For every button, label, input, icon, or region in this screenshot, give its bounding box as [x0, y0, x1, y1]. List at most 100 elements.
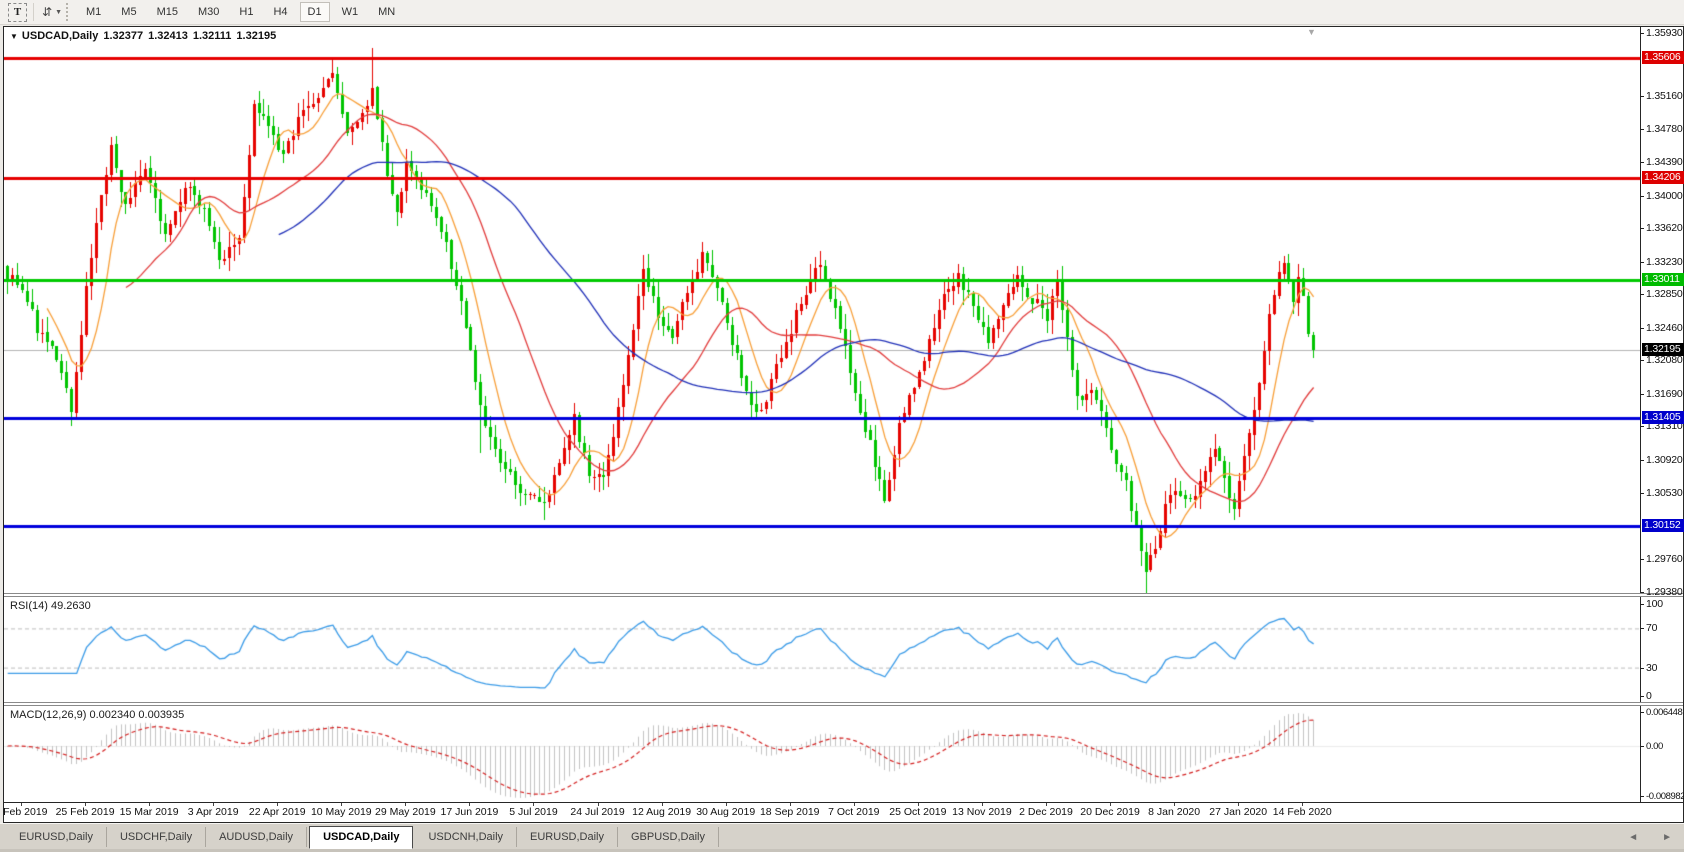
timeframe-button-d1[interactable]: D1	[299, 2, 330, 22]
macd-axis-tick: 0.006448	[1640, 706, 1683, 718]
tab-scroll-right-icon[interactable]: ►	[1650, 832, 1684, 843]
timeframe-button-h4[interactable]: H4	[265, 2, 295, 22]
date-tick-mark	[469, 803, 470, 806]
chart-tab-usdcad-3[interactable]: USDCAD,Daily	[309, 825, 414, 849]
collapse-marker-icon[interactable]: ▼	[10, 32, 18, 41]
price-axis-border	[1640, 27, 1641, 802]
ohlc-high: 1.32413	[148, 30, 188, 42]
date-tick-mark	[1110, 803, 1111, 806]
timeframe-button-mn[interactable]: MN	[370, 2, 403, 22]
main-price-chart-canvas[interactable]	[4, 27, 1640, 593]
pane-separator[interactable]	[4, 702, 1683, 706]
date-label: 8 Jan 2020	[1148, 806, 1201, 818]
chart-tab-bar: EURUSD,Daily USDCHF,Daily AUDUSD,Daily USDC…	[0, 823, 1684, 850]
tick-mark	[1640, 261, 1644, 263]
ohlc-close: 1.32195	[236, 30, 277, 42]
price-axis-tick: 1.30530	[1640, 487, 1683, 499]
timeframe-button-m5[interactable]: M5	[113, 2, 144, 22]
price-axis-tick: 1.34780	[1640, 123, 1683, 135]
date-tick-mark	[405, 803, 406, 806]
tab-scroll-left-icon[interactable]: ◄	[1616, 832, 1650, 843]
chart-tab-usdchf-1[interactable]: USDCHF,Daily	[107, 827, 207, 847]
price-tick-label: 1.34390	[1646, 156, 1683, 168]
tick-mark	[1640, 745, 1644, 747]
tick-mark	[1640, 393, 1644, 395]
tick-mark	[1640, 492, 1644, 494]
chart-ohlc-title: ▼ USDCAD,Daily 1.32377 1.32413 1.32111 1.3219…	[10, 30, 281, 42]
timeframe-button-m15[interactable]: M15	[149, 2, 186, 22]
rsi-axis-tick: 0	[1640, 690, 1652, 702]
timeframe-button-w1[interactable]: W1	[334, 2, 367, 22]
price-axis-tick: 1.32460	[1640, 322, 1683, 334]
price-axis-tick: 1.33620	[1640, 222, 1683, 234]
date-tick-mark	[854, 803, 855, 806]
pane-separator[interactable]	[4, 593, 1683, 597]
date-tick-mark	[662, 803, 663, 806]
date-tick-mark	[1174, 803, 1175, 806]
rsi-pane-label: RSI(14) 49.2630	[10, 600, 91, 612]
price-tick-label: 1.32460	[1646, 322, 1683, 334]
date-label: 30 Aug 2019	[696, 806, 756, 818]
timeframe-button-m30[interactable]: M30	[190, 2, 227, 22]
tick-mark	[1640, 695, 1644, 697]
price-level-chip: 1.31405	[1642, 411, 1684, 424]
date-tick-mark	[982, 803, 983, 806]
price-axis-tick: 1.31690	[1640, 388, 1683, 400]
timeframe-button-group: M1 M5 M15 M30 H1 H4 D1 W1 MN	[76, 2, 405, 22]
chart-tab-eurusd-0[interactable]: EURUSD,Daily	[6, 827, 107, 847]
date-label: 27 Jan 2020	[1209, 806, 1268, 818]
tick-mark	[1640, 95, 1644, 97]
ohlc-low: 1.32111	[192, 30, 232, 42]
price-axis-tick: 1.33230	[1640, 256, 1683, 268]
price-tick-label: 1.30530	[1646, 487, 1683, 499]
text-tool-icon[interactable]: T	[8, 2, 27, 22]
price-axis-tick: 1.32850	[1640, 288, 1683, 300]
timeframe-button-m1[interactable]: M1	[78, 2, 109, 22]
toolbar-separator	[33, 3, 34, 21]
price-axis-tick: 1.29760	[1640, 553, 1683, 565]
date-label: 13 Nov 2019	[952, 806, 1012, 818]
date-tick-mark	[149, 803, 150, 806]
rsi-tick-label: 70	[1646, 622, 1658, 634]
macd-axis-tick: 0.00	[1640, 740, 1663, 752]
date-tick-mark	[1238, 803, 1239, 806]
price-axis-tick: 1.35160	[1640, 90, 1683, 102]
tick-mark	[1640, 359, 1644, 361]
macd-tick-label: 0.006448	[1646, 706, 1683, 718]
chart-tab-usdcnh-4[interactable]: USDCNH,Daily	[415, 827, 518, 847]
price-axis-tick: 1.34000	[1640, 190, 1683, 202]
timeframe-button-h1[interactable]: H1	[231, 2, 261, 22]
date-label: 12 Aug 2019	[632, 806, 692, 818]
date-label: 10 May 2019	[310, 806, 372, 818]
ohlc-open: 1.32377	[103, 30, 144, 42]
rsi-axis-tick: 30	[1640, 662, 1657, 674]
chevron-down-icon[interactable]: ▼	[55, 9, 62, 16]
date-tick-mark	[918, 803, 919, 806]
date-tick-mark	[277, 803, 278, 806]
macd-tick-label: -0.008982	[1646, 790, 1684, 802]
toolbar-grip-handle[interactable]	[66, 3, 68, 21]
rsi-tick-label: 30	[1646, 662, 1658, 674]
chart-tab-eurusd-5[interactable]: EURUSD,Daily	[517, 827, 618, 847]
date-label: 24 Jul 2019	[570, 806, 625, 818]
date-label: 5 Jul 2019	[509, 806, 558, 818]
date-tick-mark	[1302, 803, 1303, 806]
date-label: 22 Apr 2019	[248, 806, 306, 818]
chart-tab-gbpusd-6[interactable]: GBPUSD,Daily	[618, 827, 719, 847]
symbol-period-label: USDCAD,Daily	[21, 30, 99, 42]
chart-shift-marker-icon[interactable]: ▼	[1307, 27, 1316, 37]
date-label: 7 Oct 2019	[828, 806, 880, 818]
chart-window: ▼ USDCAD,Daily 1.32377 1.32413 1.32111 1.3219…	[0, 26, 1684, 823]
rsi-indicator-canvas[interactable]	[4, 597, 1640, 702]
tick-mark	[1640, 327, 1644, 329]
chart-tab-audusd-2[interactable]: AUDUSD,Daily	[206, 827, 308, 847]
tick-mark	[1640, 459, 1644, 461]
arrange-charts-icon[interactable]: ⇵	[42, 5, 52, 19]
tick-mark	[1640, 558, 1644, 560]
date-label: 25 Feb 2019	[55, 806, 115, 818]
macd-indicator-canvas[interactable]	[4, 706, 1640, 802]
date-label: 29 May 2019	[375, 806, 436, 818]
tick-mark	[1640, 161, 1644, 163]
date-tick-mark	[533, 803, 534, 806]
price-tick-label: 1.32850	[1646, 288, 1683, 300]
